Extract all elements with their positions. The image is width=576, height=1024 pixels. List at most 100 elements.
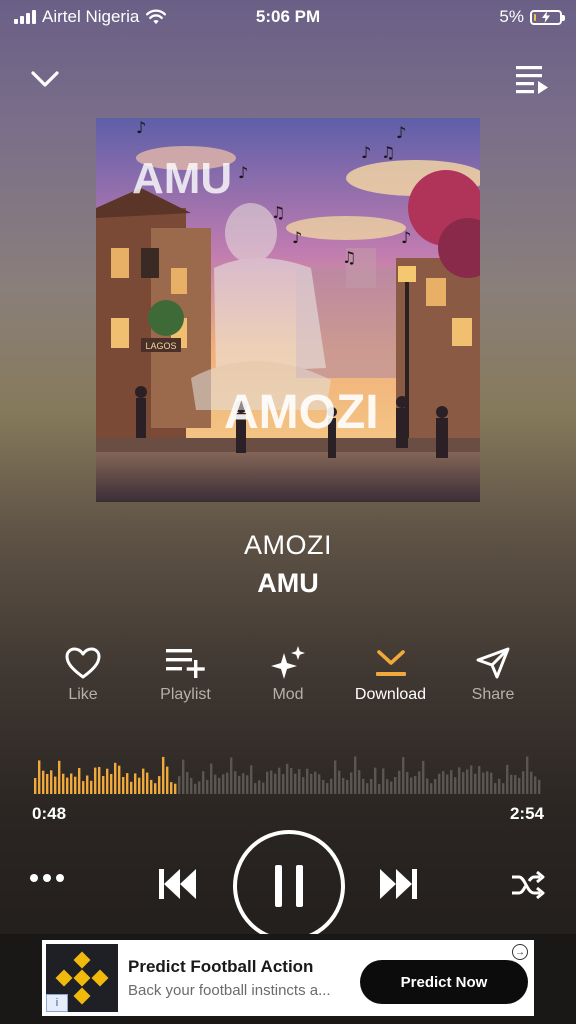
waveform-bar-remaining xyxy=(242,773,245,794)
waveform-bar-played xyxy=(38,760,41,794)
queue-button[interactable] xyxy=(514,62,550,96)
ad-description: Back your football instincts a... xyxy=(128,982,331,999)
waveform-bar-remaining xyxy=(458,767,461,794)
waveform-bar-remaining xyxy=(214,774,217,794)
waveform-seekbar[interactable] xyxy=(34,752,544,794)
waveform-bar-played xyxy=(66,777,69,794)
waveform-bar-played xyxy=(34,778,37,794)
artwork-title-text: AMOZI xyxy=(224,386,379,439)
waveform-bar-played xyxy=(70,773,73,794)
waveform-bar-remaining xyxy=(230,757,233,794)
charging-bolt-icon xyxy=(542,11,550,23)
waveform-bar-remaining xyxy=(522,771,525,794)
status-left: Airtel Nigeria xyxy=(14,7,167,27)
waveform-bar-played xyxy=(90,780,93,794)
transport-controls xyxy=(0,830,576,942)
waveform-bar-remaining xyxy=(278,767,281,794)
waveform-bar-remaining xyxy=(206,779,209,794)
waveform-bar-remaining xyxy=(438,773,441,794)
carrier-name: Airtel Nigeria xyxy=(42,7,140,26)
ad-choices-icon[interactable]: → xyxy=(512,944,528,960)
waveform-bar-remaining xyxy=(366,783,369,794)
pause-icon xyxy=(275,865,282,907)
artist-name[interactable]: AMU xyxy=(0,568,576,599)
lagos-sign-text: LAGOS xyxy=(145,341,176,351)
waveform-bar-played xyxy=(86,775,89,794)
waveform-bar-played xyxy=(42,770,45,794)
share-label: Share xyxy=(471,686,515,703)
album-cover-image: LAGOS ♪♫♪ ♫♪ ♫ ♪♪♪ AMU AMOZI xyxy=(96,118,480,502)
waveform-bar-remaining xyxy=(298,769,301,794)
waveform-bar-remaining xyxy=(258,780,261,794)
waveform-bar-played xyxy=(74,776,77,794)
waveform-bar-remaining xyxy=(518,777,521,794)
waveform-bar-remaining xyxy=(198,781,201,794)
waveform-bar-played xyxy=(170,782,173,794)
collapse-button[interactable] xyxy=(28,64,62,94)
waveform-bar-remaining xyxy=(530,771,533,794)
more-options-button[interactable] xyxy=(30,874,64,882)
svg-text:♪: ♪ xyxy=(238,163,248,182)
shuffle-button[interactable] xyxy=(510,870,546,905)
current-time: 0:48 xyxy=(32,804,67,823)
waveform-bar-remaining xyxy=(338,770,341,794)
ad-cta-button[interactable]: Predict Now xyxy=(360,960,528,1004)
waveform-bar-remaining xyxy=(426,778,429,794)
next-track-button[interactable] xyxy=(378,866,420,907)
waveform-bar-remaining xyxy=(418,771,421,794)
action-row: Like Playlist Mod Download Share xyxy=(32,644,544,704)
waveform-bar-played xyxy=(110,774,113,794)
waveform-bar-remaining xyxy=(358,770,361,794)
waveform-bar-remaining xyxy=(374,767,377,794)
waveform-bar-remaining xyxy=(394,777,397,794)
share-button[interactable]: Share xyxy=(442,644,544,704)
waveform-bar-played xyxy=(114,762,117,794)
waveform-bar-remaining xyxy=(442,771,445,794)
waveform-bar-remaining xyxy=(226,772,229,794)
waveform-bar-remaining xyxy=(382,768,385,794)
waveform-bar-remaining xyxy=(538,779,541,794)
svg-text:♪: ♪ xyxy=(361,143,371,162)
waveform-bar-remaining xyxy=(318,774,321,794)
waveform-bar-played xyxy=(94,767,97,794)
status-right: 5% xyxy=(499,7,565,27)
svg-text:♪: ♪ xyxy=(396,123,406,142)
waveform-bar-played xyxy=(162,756,165,794)
svg-text:♫: ♫ xyxy=(342,248,356,267)
waveform-bar-remaining xyxy=(478,766,481,794)
waveform-bar-remaining xyxy=(534,776,537,794)
pause-button[interactable] xyxy=(233,830,345,942)
waveform-bar-remaining xyxy=(350,772,353,794)
waveform-bar-remaining xyxy=(466,769,469,794)
waveform-bar-remaining xyxy=(398,770,401,794)
waveform-bar-remaining xyxy=(190,777,193,794)
waveform-bar-remaining xyxy=(470,765,473,794)
waveform-bar-remaining xyxy=(402,757,405,794)
waveform-bar-remaining xyxy=(262,782,265,794)
waveform-bar-remaining xyxy=(286,763,289,794)
heart-icon xyxy=(65,647,101,679)
download-icon xyxy=(375,650,406,676)
playlist-add-icon xyxy=(165,649,205,678)
waveform-bar-remaining xyxy=(362,778,365,794)
status-bar: Airtel Nigeria 5:06 PM 5% xyxy=(0,0,576,34)
waveform-bar-remaining xyxy=(434,779,437,794)
waveform-bar-remaining xyxy=(294,773,297,794)
waveform-bar-remaining xyxy=(222,774,225,794)
ad-banner[interactable]: i Predict Football Action Back your foot… xyxy=(42,940,534,1016)
ad-info-badge[interactable]: i xyxy=(46,994,68,1012)
battery-level xyxy=(534,13,536,21)
previous-track-button[interactable] xyxy=(156,866,198,907)
waveform-bar-remaining xyxy=(254,783,257,794)
mod-button[interactable]: Mod xyxy=(237,644,339,704)
download-button[interactable]: Download xyxy=(340,644,442,704)
skip-next-icon xyxy=(380,869,417,899)
waveform-bar-remaining xyxy=(182,759,185,794)
waveform-bar-remaining xyxy=(194,783,197,794)
add-to-playlist-button[interactable]: Playlist xyxy=(135,644,237,704)
waveform-bar-remaining xyxy=(502,783,505,794)
mod-label: Mod xyxy=(272,686,304,703)
svg-text:♫: ♫ xyxy=(381,143,395,162)
like-button[interactable]: Like xyxy=(32,644,134,704)
download-label: Download xyxy=(354,686,427,703)
